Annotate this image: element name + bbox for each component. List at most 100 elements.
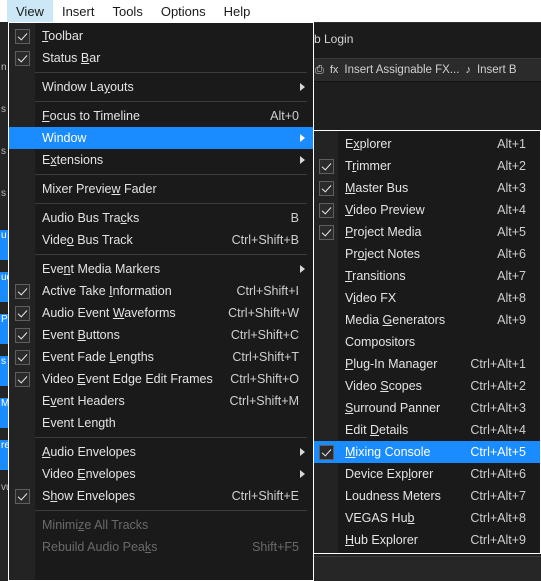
menu-check-slot [314,243,338,265]
checkbox-icon [14,488,30,504]
background-toolbar: ⎙ fx Insert Assignable FX... ♪ Insert B [311,58,541,82]
menu-item-event-buttons[interactable]: Event Buttons Ctrl+Shift+C [9,324,313,346]
menu-item-label: Video Envelopes [42,467,136,481]
menu-item-active-take-information[interactable]: Active Take Information Ctrl+Shift+I [9,280,313,302]
menu-item-mixing-console[interactable]: Mixing Console Ctrl+Alt+5 [314,441,540,463]
menu-check-slot [9,441,35,463]
insert-fx-icon[interactable]: fx [330,64,339,76]
menu-item-event-headers[interactable]: Event Headers Ctrl+Shift+M [9,390,313,412]
menu-item-event-media-markers[interactable]: Event Media Markers [9,258,313,280]
menu-item-shortcut: Ctrl+Shift+B [231,233,299,247]
menu-item-plug-in-manager[interactable]: Plug-In Manager Ctrl+Alt+1 [314,353,540,375]
menu-check-slot [9,390,35,412]
menubar-item-tools[interactable]: Tools [103,0,151,22]
menu-item-label: Compositors [345,335,416,349]
window-submenu[interactable]: Explorer Alt+1 Trimmer Alt+2 Master Bus Alt+3… [313,130,541,554]
checkbox-icon [14,327,30,343]
menubar-item-help[interactable]: Help [215,0,260,22]
menu-item-label: Focus to Timeline [42,109,140,123]
menu-item-device-explorer[interactable]: Device Explorer Ctrl+Alt+6 [314,463,540,485]
checkbox-icon [318,444,334,460]
menu-item-explorer[interactable]: Explorer Alt+1 [314,133,540,155]
checkbox-icon [14,371,30,387]
menu-item-loudness-meters[interactable]: Loudness Meters Ctrl+Alt+7 [314,485,540,507]
checkbox-icon [14,305,30,321]
application-window: b Login ⎙ fx Insert Assignable FX... ♪ Inser… [0,0,541,581]
menu-item-window-layouts[interactable]: Window Layouts [9,76,313,98]
checkmark-icon [314,199,338,221]
menu-item-mixer-preview-fader[interactable]: Mixer Preview Fader [9,178,313,200]
menu-item-label: Video FX [345,291,397,305]
menu-item-video-envelopes[interactable]: Video Envelopes [9,463,313,485]
view-dropdown-menu[interactable]: Toolbar Status Bar Window Layouts Focus to … [8,22,314,581]
menu-item-video-event-edge-edit-frames[interactable]: Video Event Edge Edit Frames Ctrl+Shift+O [9,368,313,390]
menu-item-shortcut: Ctrl+Shift+M [229,394,299,408]
menubar[interactable]: View Insert Tools Options Help [0,0,541,22]
menu-item-focus-to-timeline[interactable]: Focus to Timeline Alt+0 [9,105,313,127]
menu-check-slot [314,133,338,155]
menu-check-slot [314,419,338,441]
view-menu-items: Toolbar Status Bar Window Layouts Focus to … [9,25,313,558]
menu-item-shortcut: Alt+6 [497,247,526,261]
menu-separator [9,251,313,258]
menu-item-label: Event Length [42,416,116,430]
menu-item-audio-bus-tracks[interactable]: Audio Bus Tracks B [9,207,313,229]
menu-item-label: Hub Explorer [345,533,418,547]
menu-item-window[interactable]: Window [9,127,313,149]
menu-item-event-length[interactable]: Event Length [9,412,313,434]
menu-item-video-scopes[interactable]: Video Scopes Ctrl+Alt+2 [314,375,540,397]
background-bottom-panel [311,556,541,581]
menu-check-slot [9,207,35,229]
menu-item-audio-event-waveforms[interactable]: Audio Event Waveforms Ctrl+Shift+W [9,302,313,324]
toolbar-label[interactable]: Insert Assignable FX... [344,64,459,76]
menu-item-project-notes[interactable]: Project Notes Alt+6 [314,243,540,265]
menu-item-shortcut: Ctrl+Alt+5 [470,445,526,459]
menu-check-slot [314,265,338,287]
menu-check-slot [9,514,35,536]
menu-item-video-fx[interactable]: Video FX Alt+8 [314,287,540,309]
menu-item-extensions[interactable]: Extensions [9,149,313,171]
menu-item-label: Mixing Console [345,445,431,459]
menu-item-shortcut: Alt+0 [270,109,299,123]
menu-item-label: Status Bar [42,51,101,65]
menubar-item-label: Help [223,3,251,19]
menu-item-shortcut: Ctrl+Alt+9 [470,533,526,547]
menu-item-transitions[interactable]: Transitions Alt+7 [314,265,540,287]
menu-item-status-bar[interactable]: Status Bar [9,47,313,69]
insert-bus-icon[interactable]: ♪ [465,64,471,76]
menu-item-shortcut: Alt+5 [497,225,526,239]
menu-item-event-fade-lengths[interactable]: Event Fade Lengths Ctrl+Shift+T [9,346,313,368]
menu-item-label: Audio Envelopes [42,445,136,459]
menu-item-label: Window Layouts [42,80,134,94]
menu-item-hub-explorer[interactable]: Hub Explorer Ctrl+Alt+9 [314,529,540,551]
menubar-item-options[interactable]: Options [152,0,215,22]
menu-item-shortcut: Alt+8 [497,291,526,305]
login-label: b Login [314,32,354,46]
menu-item-edit-details[interactable]: Edit Details Ctrl+Alt+4 [314,419,540,441]
menu-item-media-generators[interactable]: Media Generators Alt+9 [314,309,540,331]
toolbar-label[interactable]: Insert B [477,64,517,76]
menu-item-label: Event Headers [42,394,125,408]
menu-item-label: Minimize All Tracks [42,518,149,532]
menu-item-vegas-hub[interactable]: VEGAS Hub Ctrl+Alt+8 [314,507,540,529]
window-submenu-items: Explorer Alt+1 Trimmer Alt+2 Master Bus Alt+3… [314,133,540,551]
menubar-item-view[interactable]: View [7,0,53,22]
menu-check-slot [9,105,35,127]
insert-video-envelope-icon[interactable]: ⎙ [315,64,324,76]
menu-item-shortcut: Alt+1 [497,137,526,151]
menu-item-surround-panner[interactable]: Surround Panner Ctrl+Alt+3 [314,397,540,419]
menu-item-trimmer[interactable]: Trimmer Alt+2 [314,155,540,177]
menubar-item-insert[interactable]: Insert [53,0,104,22]
menu-item-audio-envelopes[interactable]: Audio Envelopes [9,441,313,463]
checkbox-icon [318,224,334,240]
menu-item-compositors[interactable]: Compositors [314,331,540,353]
menu-item-master-bus[interactable]: Master Bus Alt+3 [314,177,540,199]
menu-item-project-media[interactable]: Project Media Alt+5 [314,221,540,243]
menu-item-video-preview[interactable]: Video Preview Alt+4 [314,199,540,221]
menu-item-show-envelopes[interactable]: Show Envelopes Ctrl+Shift+E [9,485,313,507]
menu-item-shortcut: Ctrl+Shift+E [231,489,299,503]
menu-item-video-bus-track[interactable]: Video Bus Track Ctrl+Shift+B [9,229,313,251]
menu-item-label: Audio Bus Tracks [42,211,140,225]
menu-check-slot [9,258,35,280]
menu-item-toolbar[interactable]: Toolbar [9,25,313,47]
